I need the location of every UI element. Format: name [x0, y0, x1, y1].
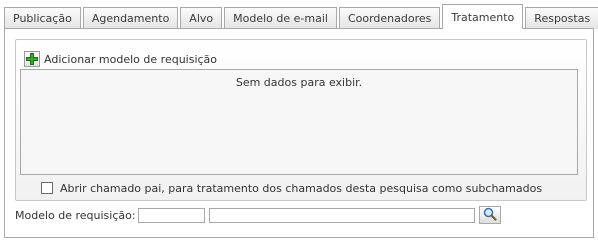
request-model-code-input[interactable]	[137, 207, 205, 223]
tab-bar: Publicação Agendamento Alvo Modelo de e-…	[4, 4, 598, 29]
plus-icon	[24, 51, 40, 67]
tab-respostas[interactable]: Respostas	[525, 7, 598, 29]
parent-ticket-checkbox[interactable]	[41, 182, 53, 194]
tab-agendamento[interactable]: Agendamento	[82, 7, 179, 29]
request-model-field-label: Modelo de requisição:	[15, 208, 136, 222]
tab-coordenadores[interactable]: Coordenadores	[338, 7, 441, 29]
magnifier-icon	[483, 207, 497, 224]
tab-modelo-de-email[interactable]: Modelo de e-mail	[224, 7, 337, 29]
tab-panel-tratamento: Adicionar modelo de requisição Sem dados…	[4, 28, 594, 238]
request-model-description-input[interactable]	[208, 207, 475, 223]
empty-grid-message: Sem dados para exibir.	[235, 76, 363, 89]
request-model-group: Adicionar modelo de requisição Sem dados…	[15, 39, 587, 201]
request-model-field-row: Modelo de requisição:	[15, 206, 501, 224]
tab-alvo[interactable]: Alvo	[180, 7, 223, 29]
add-request-model-label: Adicionar modelo de requisição	[44, 52, 218, 66]
tab-publicacao[interactable]: Publicação	[4, 7, 81, 29]
search-request-model-button[interactable]	[478, 206, 501, 224]
tab-tratamento[interactable]: Tratamento	[442, 4, 524, 29]
add-request-model-button[interactable]: Adicionar modelo de requisição	[24, 50, 217, 68]
parent-ticket-label: Abrir chamado pai, para tratamento dos c…	[60, 181, 543, 195]
parent-ticket-option: Abrir chamado pai, para tratamento dos c…	[41, 180, 542, 196]
request-model-grid[interactable]: Sem dados para exibir.	[20, 69, 578, 175]
